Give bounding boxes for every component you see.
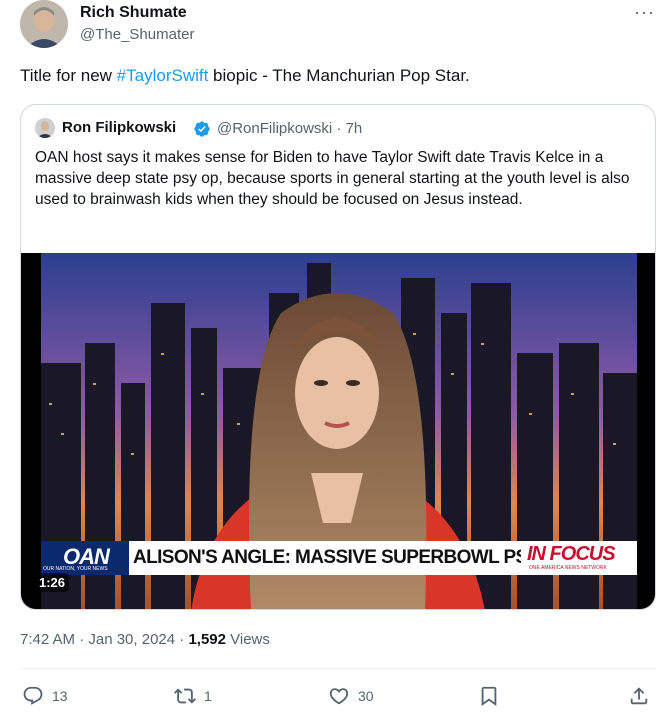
chyron-headline-bar: ALISON'S ANGLE: MASSIVE SUPERBOWL PSY-OP bbox=[129, 541, 571, 575]
quoted-tweet[interactable]: Ron Filipkowski @RonFilipkowski · 7h OAN… bbox=[20, 104, 656, 610]
like-count: 30 bbox=[358, 688, 374, 704]
reply-count: 13 bbox=[52, 688, 68, 704]
retweet-button[interactable]: 1 bbox=[174, 684, 212, 708]
more-options-icon[interactable]: ··· bbox=[634, 2, 655, 23]
quote-author-handle[interactable]: @RonFilipkowski · 7h bbox=[217, 120, 362, 137]
tweet-text: Title for new #TaylorSwift biopic - The … bbox=[20, 65, 470, 87]
tweet-text-after: biopic - The Manchurian Pop Star. bbox=[208, 66, 470, 85]
divider bbox=[20, 668, 656, 669]
reply-icon bbox=[23, 686, 43, 705]
share-button[interactable] bbox=[628, 684, 650, 708]
retweet-count: 1 bbox=[204, 688, 212, 704]
oan-logo: OAN OUR NATION, YOUR NEWS bbox=[41, 541, 129, 575]
hashtag-link[interactable]: #TaylorSwift bbox=[117, 66, 209, 85]
author-avatar[interactable] bbox=[20, 0, 68, 48]
video-player[interactable]: OAN OUR NATION, YOUR NEWS ALISON'S ANGLE… bbox=[21, 253, 655, 609]
share-icon bbox=[630, 687, 648, 705]
author-name[interactable]: Rich Shumate bbox=[80, 4, 187, 22]
bookmark-icon bbox=[481, 686, 497, 707]
in-focus-subtext: ONE AMERICA NEWS NETWORK bbox=[529, 565, 607, 571]
news-chyron: OAN OUR NATION, YOUR NEWS ALISON'S ANGLE… bbox=[41, 541, 637, 575]
tweet-meta: 7:42 AM · Jan 30, 2024 · 1,592 Views bbox=[20, 631, 270, 648]
heart-icon bbox=[329, 688, 349, 705]
like-button[interactable]: 30 bbox=[328, 684, 374, 708]
author-handle[interactable]: @The_Shumater bbox=[80, 26, 194, 43]
views-count: 1,592 bbox=[188, 631, 226, 648]
retweet-icon bbox=[174, 688, 196, 704]
reply-button[interactable]: 13 bbox=[22, 684, 68, 708]
video-duration: 1:26 bbox=[35, 573, 70, 592]
in-focus-logo: IN FOCUS ONE AMERICA NEWS NETWORK bbox=[521, 541, 637, 575]
in-focus-text: IN FOCUS bbox=[527, 543, 616, 565]
views-label: Views bbox=[225, 631, 270, 648]
quote-author-name[interactable]: Ron Filipkowski bbox=[62, 119, 176, 136]
oan-tagline: OUR NATION, YOUR NEWS bbox=[43, 566, 108, 572]
chyron-headline: ALISON'S ANGLE: MASSIVE SUPERBOWL PSY-OP bbox=[133, 547, 571, 568]
quote-text: OAN host says it makes sense for Biden t… bbox=[35, 149, 630, 208]
verified-badge-icon bbox=[194, 121, 210, 137]
bookmark-button[interactable] bbox=[478, 684, 500, 708]
tweet-text-before: Title for new bbox=[20, 66, 117, 85]
quote-author-avatar[interactable] bbox=[35, 118, 55, 138]
tweet-timestamp[interactable]: 7:42 AM · Jan 30, 2024 · bbox=[20, 631, 188, 648]
